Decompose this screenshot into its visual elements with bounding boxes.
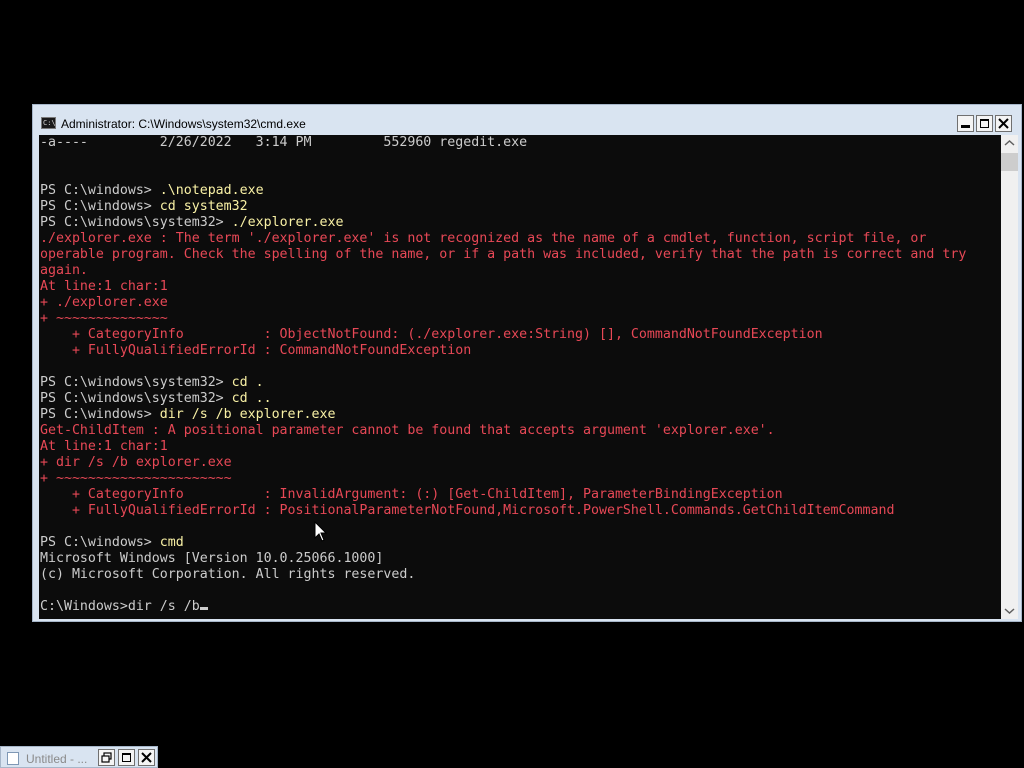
output-text: -a---- 2/26/2022 3:14 PM 552960 regedit.… (40, 135, 528, 150)
console-line: PS C:\windows> cd system32 (40, 199, 1000, 215)
error-text: ./explorer.exe : The term './explorer.ex… (40, 231, 927, 246)
error-text: + dir /s /b explorer.exe (40, 455, 232, 470)
command-text: cmd (159, 535, 184, 550)
console-line: again. (40, 263, 1000, 279)
maximize-button[interactable] (118, 749, 135, 766)
error-text: + ./explorer.exe (40, 295, 168, 310)
notepad-icon (7, 752, 19, 765)
output-text: C:\Windows>dir /s /b (40, 599, 200, 614)
error-text: + FullyQualifiedErrorId : CommandNotFoun… (40, 343, 472, 358)
scroll-up-button[interactable] (1001, 135, 1018, 152)
chevron-down-icon (1004, 608, 1015, 615)
console-line: PS C:\windows> cmd (40, 535, 1000, 551)
console-line: + FullyQualifiedErrorId : PositionalPara… (40, 503, 1000, 519)
close-icon (141, 752, 152, 763)
error-text: + FullyQualifiedErrorId : PositionalPara… (40, 503, 895, 518)
command-text: cd . (231, 375, 264, 390)
output-text: PS C:\windows\system32> (40, 215, 232, 230)
error-text: again. (40, 263, 88, 278)
output-text: PS C:\windows\system32> (40, 375, 232, 390)
console-line: Microsoft Windows [Version 10.0.25066.10… (40, 551, 1000, 567)
error-text: + CategoryInfo : InvalidArgument: (:) [G… (40, 487, 783, 502)
close-button[interactable] (995, 115, 1012, 132)
vertical-scrollbar[interactable] (1001, 135, 1018, 619)
console-line: + ~~~~~~~~~~~~~~ (40, 311, 1000, 327)
error-text: At line:1 char:1 (40, 439, 168, 454)
error-text: + ~~~~~~~~~~~~~~~~~~~~~~ (40, 471, 232, 486)
command-text: cd .. (231, 391, 272, 406)
error-text: At line:1 char:1 (40, 279, 168, 294)
console-line: At line:1 char:1 (40, 279, 1000, 295)
output-text: Microsoft Windows [Version 10.0.25066.10… (40, 551, 384, 566)
console-line: PS C:\windows> .\notepad.exe (40, 183, 1000, 199)
text-cursor (199, 607, 208, 610)
console-line: + dir /s /b explorer.exe (40, 455, 1000, 471)
console-line: Get-ChildItem : A positional parameter c… (40, 423, 1000, 439)
console-line: + CategoryInfo : ObjectNotFound: (./expl… (40, 327, 1000, 343)
console-line: PS C:\windows> dir /s /b explorer.exe (40, 407, 1000, 423)
console-line: + CategoryInfo : InvalidArgument: (:) [G… (40, 487, 1000, 503)
command-text: dir /s /b explorer.exe (159, 407, 336, 422)
maximize-button[interactable] (976, 115, 993, 132)
console-line: PS C:\windows\system32> ./explorer.exe (40, 215, 1000, 231)
close-icon (998, 118, 1009, 129)
window-title: Administrator: C:\Windows\system32\cmd.e… (61, 117, 306, 131)
output-text: PS C:\windows> (40, 535, 160, 550)
console-line: PS C:\windows\system32> cd . (40, 375, 1000, 391)
console-line: + ./explorer.exe (40, 295, 1000, 311)
error-text: + ~~~~~~~~~~~~~~ (40, 311, 168, 326)
chevron-up-icon (1004, 139, 1015, 146)
title-bar[interactable]: C:\ Administrator: C:\Windows\system32\c… (33, 105, 1021, 135)
output-text: PS C:\windows> (40, 183, 160, 198)
error-text: + CategoryInfo : ObjectNotFound: (./expl… (40, 327, 823, 342)
command-text: ./explorer.exe (231, 215, 344, 230)
command-text: .\notepad.exe (159, 183, 264, 198)
console-line: PS C:\windows\system32> cd .. (40, 391, 1000, 407)
console-line: At line:1 char:1 (40, 439, 1000, 455)
minimized-window-label: Untitled - ... (26, 752, 88, 766)
console-line: + ~~~~~~~~~~~~~~~~~~~~~~ (40, 471, 1000, 487)
console-output[interactable]: -a---- 2/26/2022 3:14 PM 552960 regedit.… (39, 135, 1001, 619)
command-text: cd system32 (159, 199, 248, 214)
mouse-pointer-icon (314, 521, 328, 542)
console-lines: -a---- 2/26/2022 3:14 PM 552960 regedit.… (40, 135, 1000, 615)
console-line: -a---- 2/26/2022 3:14 PM 552960 regedit.… (40, 135, 1000, 151)
console-line: ./explorer.exe : The term './explorer.ex… (40, 231, 1000, 247)
cmd-app-icon[interactable]: C:\ (41, 117, 56, 129)
console-line: + FullyQualifiedErrorId : CommandNotFoun… (40, 343, 1000, 359)
console-line: (c) Microsoft Corporation. All rights re… (40, 567, 1000, 583)
output-text: (c) Microsoft Corporation. All rights re… (40, 567, 416, 582)
scroll-down-button[interactable] (1001, 602, 1018, 619)
minimize-button[interactable] (957, 115, 974, 132)
cmd-window[interactable]: C:\ Administrator: C:\Windows\system32\c… (32, 104, 1022, 622)
restore-icon (101, 752, 112, 763)
output-text: PS C:\windows> (40, 407, 160, 422)
minimized-window-notepad[interactable]: Untitled - ... (0, 746, 158, 768)
scroll-thumb[interactable] (1001, 153, 1018, 171)
error-text: operable program. Check the spelling of … (40, 247, 967, 262)
output-text: PS C:\windows> (40, 199, 160, 214)
console-line: operable program. Check the spelling of … (40, 247, 1000, 263)
restore-button[interactable] (98, 749, 115, 766)
output-text: PS C:\windows\system32> (40, 391, 232, 406)
error-text: Get-ChildItem : A positional parameter c… (40, 423, 775, 438)
close-button[interactable] (138, 749, 155, 766)
console-line: C:\Windows>dir /s /b (40, 599, 1000, 615)
